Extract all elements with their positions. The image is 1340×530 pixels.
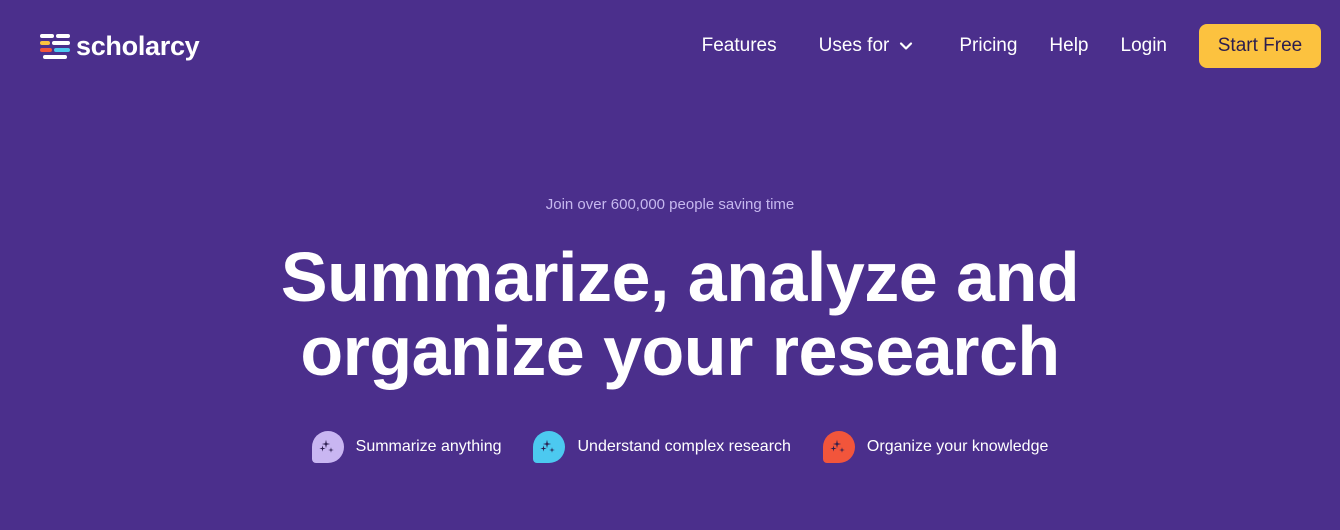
scholarcy-logo-icon: [40, 32, 70, 60]
sparkle-bubble-icon: [822, 431, 855, 463]
nav-features[interactable]: Features: [702, 35, 777, 57]
chevron-down-icon: [900, 42, 913, 50]
main-nav: Features Uses for Pricing Help Login Sta…: [702, 24, 1321, 68]
feature-label: Summarize anything: [355, 438, 502, 455]
nav-uses-for-label: Uses for: [818, 35, 890, 56]
nav-uses-for-dropdown[interactable]: Uses for: [819, 35, 914, 57]
feature-item-understand: Understand complex research: [533, 431, 791, 463]
hero-headline: Summarize, analyze and organize your res…: [0, 240, 1340, 388]
site-header: scholarcy Features Uses for Pricing Help…: [0, 0, 1340, 92]
sparkle-bubble-icon: [533, 431, 566, 463]
feature-item-organize: Organize your knowledge: [822, 431, 1049, 463]
feature-item-summarize: Summarize anything: [311, 431, 502, 463]
headline-line-2: organize your research: [300, 312, 1060, 390]
start-free-button[interactable]: Start Free: [1199, 24, 1321, 68]
feature-list: Summarize anything Understand complex re…: [0, 431, 1340, 463]
sparkle-bubble-icon: [311, 431, 344, 463]
hero-eyebrow: Join over 600,000 people saving time: [545, 196, 795, 213]
headline-line-1: Summarize, analyze and: [280, 238, 1080, 316]
brand-name: scholarcy: [76, 30, 200, 61]
feature-label: Understand complex research: [577, 438, 791, 455]
scholarcy-logo[interactable]: scholarcy: [40, 30, 200, 62]
nav-login[interactable]: Login: [1121, 35, 1168, 57]
nav-help[interactable]: Help: [1049, 35, 1088, 57]
feature-label: Organize your knowledge: [866, 438, 1049, 455]
nav-pricing[interactable]: Pricing: [959, 35, 1017, 57]
